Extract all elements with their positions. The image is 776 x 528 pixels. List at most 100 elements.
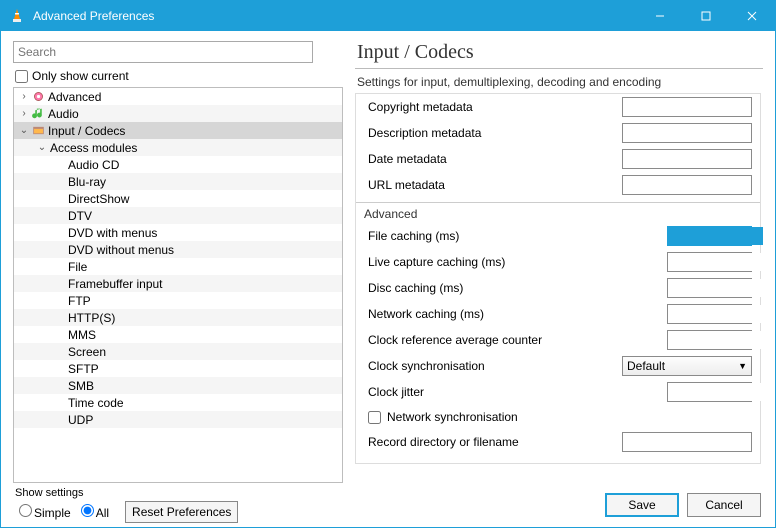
field-label: Clock jitter [368,385,568,399]
tree-item[interactable]: DTV [14,207,342,224]
tree-item[interactable]: MMS [14,326,342,343]
show-settings-label: Show settings [15,487,238,499]
codec-icon [30,124,46,138]
right-pane: Input / Codecs Settings for input, demul… [355,41,763,483]
tree-item[interactable]: DVD with menus [14,224,342,241]
tree-item-label: FTP [66,294,91,308]
field-row: Network caching (ms) ▲▼ [356,301,760,327]
tree-item[interactable]: Framebuffer input [14,275,342,292]
tree-item-label: DVD without menus [66,243,174,257]
tree-item[interactable]: FTP [14,292,342,309]
field-label: URL metadata [368,178,568,192]
network-sync-checkbox[interactable] [368,411,381,424]
only-show-current-checkbox[interactable] [15,70,28,83]
spinner-input[interactable] [668,253,763,271]
window-title: Advanced Preferences [33,9,637,23]
number-spinner[interactable]: ▲▼ [667,226,752,246]
tree-item-label: Blu-ray [66,175,106,189]
body: Only show current ›Advanced›Audio⌄Input … [1,31,775,483]
spinner-input[interactable] [668,279,763,297]
reset-preferences-button[interactable]: Reset Preferences [125,501,238,523]
tree-item[interactable]: Screen [14,343,342,360]
settings-scroll[interactable]: Copyright metadataDescription metadataDa… [355,93,763,483]
field-label: Copyright metadata [368,100,568,114]
tree-item[interactable]: ⌄Input / Codecs [14,122,342,139]
tree-item[interactable]: DVD without menus [14,241,342,258]
tree-item[interactable]: SMB [14,377,342,394]
save-button[interactable]: Save [605,493,679,517]
number-spinner[interactable]: ▲▼ [667,304,752,324]
field-label: Network caching (ms) [368,307,568,321]
tree-item-label: Time code [66,396,124,410]
tree-item-label: Advanced [46,90,101,104]
text-input[interactable] [622,123,752,143]
tree-item-label: DTV [66,209,92,223]
network-sync-label: Network synchronisation [387,410,518,424]
tree-item[interactable]: › Advanced [14,88,342,105]
text-input[interactable] [622,432,752,452]
tree-item[interactable]: UDP [14,411,342,428]
tree-item[interactable]: File [14,258,342,275]
tree-item-label: File [66,260,87,274]
cancel-button[interactable]: Cancel [687,493,761,517]
panel-subtitle: Settings for input, demultiplexing, deco… [355,71,763,93]
field-label: Clock synchronisation [368,359,568,373]
field-row: Clock jitter ▲▼ [356,379,760,405]
search-input[interactable] [13,41,313,63]
tree-item[interactable]: HTTP(S) [14,309,342,326]
close-button[interactable] [729,1,775,31]
minimize-button[interactable] [637,1,683,31]
field-row: Copyright metadata [356,94,760,120]
field-label: Record directory or filename [368,435,568,449]
titlebar: Advanced Preferences [1,1,775,31]
network-sync-row: Network synchronisation [356,405,760,429]
tree-twisty-icon[interactable]: › [18,91,30,102]
field-row: Record directory or filename [356,429,760,455]
field-row: Disc caching (ms)▲▼ [356,275,760,301]
footer: Show settings Simple All Reset Preferenc… [1,483,775,527]
number-spinner[interactable]: ▲▼ [667,278,752,298]
field-row: URL metadata [356,172,760,198]
number-spinner[interactable]: ▲▼ [667,382,752,402]
tree-item[interactable]: SFTP [14,360,342,377]
tree-item[interactable]: ⌄Access modules [14,139,342,156]
tree-twisty-icon[interactable]: ⌄ [18,125,30,136]
field-label: Clock reference average counter [368,333,568,347]
text-input[interactable] [622,149,752,169]
tree-item[interactable]: DirectShow [14,190,342,207]
show-all[interactable]: All [77,504,109,520]
tree-item-label: DirectShow [66,192,129,206]
tree-item-label: Framebuffer input [66,277,163,291]
text-input[interactable] [622,175,752,195]
audio-icon [30,107,46,121]
tree-item[interactable]: ›Audio [14,105,342,122]
panel-title: Input / Codecs [355,41,763,69]
tree-twisty-icon[interactable]: › [18,108,30,119]
tree-item[interactable]: Blu-ray [14,173,342,190]
tree-item-label: SMB [66,379,94,393]
text-input[interactable] [622,97,752,117]
clock-sync-dropdown[interactable]: Default▼ [622,356,752,376]
tree-item-label: Access modules [48,141,137,155]
field-row: Clock synchronisation Default▼ [356,353,760,379]
gear-icon [30,90,46,104]
number-spinner[interactable]: ▲▼ [667,330,752,350]
tree-item-label: MMS [66,328,96,342]
maximize-button[interactable] [683,1,729,31]
spinner-input[interactable] [668,305,763,323]
field-label: File caching (ms) [368,229,568,243]
field-row: File caching (ms) ▲▼ [356,223,760,249]
tree-twisty-icon[interactable]: ⌄ [36,142,48,153]
spinner-input[interactable] [668,331,763,349]
settings-tree[interactable]: ›Advanced›Audio⌄Input / Codecs⌄Access mo… [13,87,343,483]
section-header: Advanced [356,202,760,223]
show-settings: Show settings Simple All Reset Preferenc… [15,487,238,523]
field-row: Description metadata [356,120,760,146]
spinner-input[interactable] [668,227,763,245]
spinner-input[interactable] [668,383,763,401]
show-simple[interactable]: Simple [15,504,71,520]
only-show-current[interactable]: Only show current [13,69,343,83]
tree-item[interactable]: Time code [14,394,342,411]
tree-item[interactable]: Audio CD [14,156,342,173]
number-spinner[interactable]: ▲▼ [667,252,752,272]
